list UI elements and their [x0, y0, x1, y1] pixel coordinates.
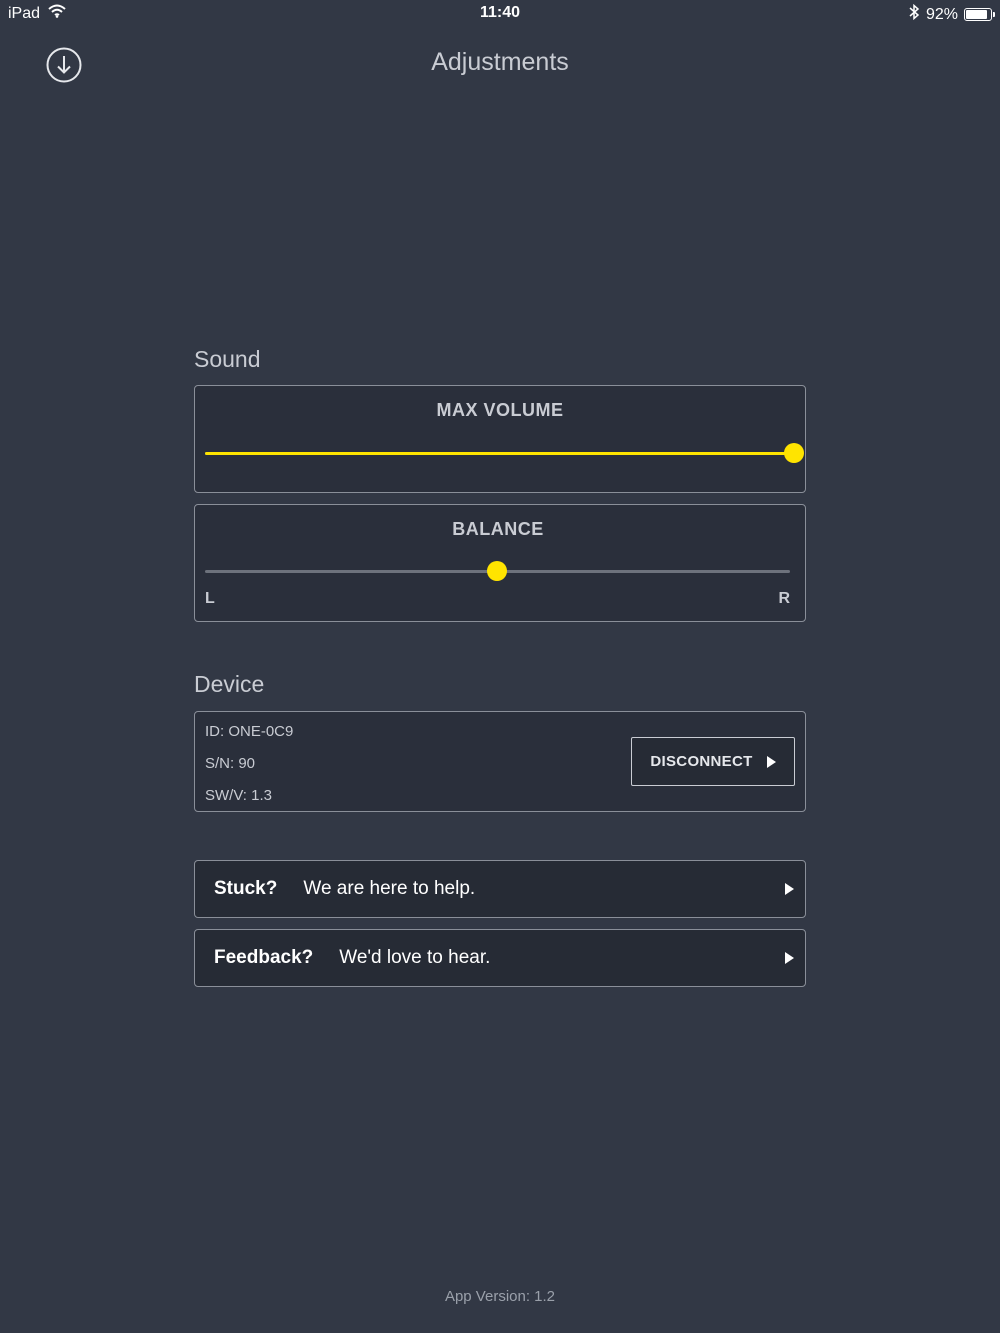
status-bar: iPad 11:40 92% [0, 0, 1000, 28]
device-panel: ID: ONE-0C9 S/N: 90 SW/V: 1.3 DISCONNECT [194, 711, 806, 812]
balance-label: BALANCE [452, 519, 544, 539]
feedback-text: We'd love to hear. [339, 947, 491, 968]
feedback-label: Feedback? [214, 947, 314, 968]
play-triangle-icon [766, 755, 776, 768]
stuck-text: We are here to help. [303, 878, 476, 899]
bluetooth-icon [908, 3, 920, 25]
max-volume-slider-thumb[interactable] [784, 443, 804, 463]
balance-panel: BALANCE L R [194, 504, 806, 622]
status-time: 11:40 [479, 4, 521, 21]
device-software-version: SW/V: 1.3 [205, 787, 272, 804]
device-section-title: Device [194, 671, 265, 697]
device-id: ID: ONE-0C9 [205, 723, 294, 740]
sound-section-title: Sound [194, 346, 261, 372]
disconnect-label: DISCONNECT [650, 753, 753, 770]
feedback-row[interactable]: Feedback? We'd love to hear. [194, 929, 806, 987]
max-volume-track-fill [205, 452, 794, 455]
balance-slider-thumb[interactable] [487, 561, 507, 581]
balance-left-label: L [205, 590, 215, 607]
battery-percent: 92% [925, 5, 958, 23]
max-volume-panel: MAX VOLUME [194, 385, 806, 493]
stuck-help-row[interactable]: Stuck? We are here to help. [194, 860, 806, 918]
balance-right-label: R [778, 590, 790, 607]
page-title: Adjustments [431, 48, 569, 76]
status-right: 92% [908, 3, 995, 25]
battery-icon [964, 8, 995, 21]
disconnect-button[interactable]: DISCONNECT [631, 737, 795, 786]
play-triangle-icon [785, 952, 794, 964]
device-serial: S/N: 90 [205, 755, 256, 772]
play-triangle-icon [785, 883, 794, 895]
stuck-label: Stuck? [214, 878, 278, 899]
max-volume-label: MAX VOLUME [436, 400, 564, 420]
app-version: App Version: 1.2 [444, 1288, 556, 1305]
